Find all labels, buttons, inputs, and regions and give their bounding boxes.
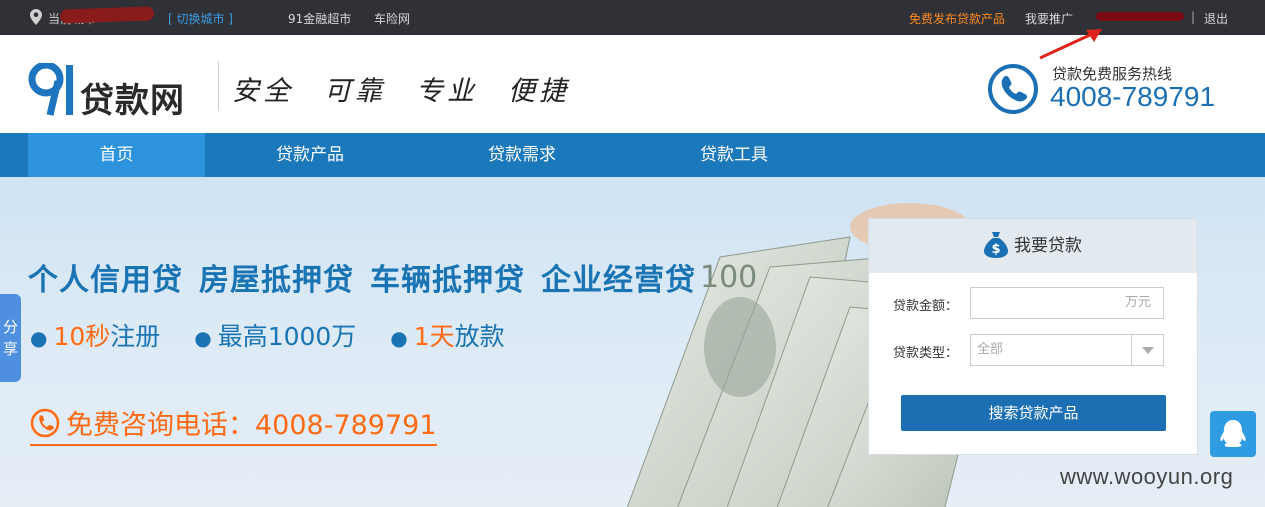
nav-item-loan-demands[interactable]: 贷款需求 xyxy=(462,133,582,177)
promote-link[interactable]: 我要推广 xyxy=(1025,10,1073,27)
card-header: $ 我要贷款 xyxy=(869,219,1197,273)
qq-penguin-icon xyxy=(1220,420,1246,447)
card-title: 我要贷款 xyxy=(1014,236,1082,256)
chevron-down-icon[interactable] xyxy=(1131,335,1163,365)
hotline-number: 4008-789791 xyxy=(1050,81,1216,112)
search-loan-button[interactable]: 搜索贷款产品 xyxy=(901,395,1166,431)
redacted-username xyxy=(1096,12,1184,21)
car-insurance-link[interactable]: 车险网 xyxy=(374,10,410,27)
main-nav: 首页 贷款产品 贷款需求 贷款工具 xyxy=(0,133,1265,177)
feature-fast-payout: ● 1天放款 xyxy=(390,322,505,351)
qq-chat-button[interactable] xyxy=(1210,411,1256,457)
consult-phone: 免费咨询电话：4008-789791 xyxy=(30,403,437,446)
slogan: 安全 可靠 专业 便捷 xyxy=(232,69,600,108)
annotation-arrow-icon xyxy=(1039,29,1102,60)
product-personal-credit: 个人信用贷 xyxy=(28,263,183,298)
loan-search-card: $ 我要贷款 贷款金额： 万元 贷款类型： 全部 搜索贷款产品 xyxy=(868,218,1198,455)
product-business-loan: 企业经营贷 xyxy=(541,263,696,298)
loan-type-select[interactable]: 全部 xyxy=(970,334,1164,366)
product-slogan: 个人信用贷 房屋抵押贷 车辆抵押贷 企业经营贷 xyxy=(28,255,712,299)
slogan-word: 便捷 xyxy=(508,76,570,107)
share-tab[interactable]: 分享 xyxy=(0,294,21,382)
feature-max-amount: ● 最高1000万 xyxy=(194,322,357,351)
money-bag-icon: $ xyxy=(984,232,1008,258)
type-label: 贷款类型： xyxy=(893,346,959,361)
nav-item-loan-tools[interactable]: 贷款工具 xyxy=(674,133,794,177)
publish-product-link[interactable]: 免费发布贷款产品 xyxy=(909,10,1005,27)
switch-city-link[interactable]: [ 切换城市 ] xyxy=(168,10,233,27)
product-vehicle-mortgage: 车辆抵押贷 xyxy=(370,263,525,298)
logo-text: 贷款网 xyxy=(80,81,185,121)
slogan-word: 可靠 xyxy=(324,76,386,107)
watermark: www.wooyun.org xyxy=(1060,464,1234,489)
amount-label: 贷款金额： xyxy=(893,299,959,314)
slogan-word: 专业 xyxy=(416,76,478,107)
nav-item-home[interactable]: 首页 xyxy=(28,133,205,177)
logout-link[interactable]: 退出 xyxy=(1204,10,1228,27)
amount-input[interactable]: 万元 xyxy=(970,287,1164,319)
separator: | xyxy=(1191,10,1196,24)
svg-text:$: $ xyxy=(992,242,1001,257)
redacted-city xyxy=(59,6,155,24)
logo-divider xyxy=(218,61,219,111)
slogan-word: 安全 xyxy=(232,76,294,107)
loan-type-value: 全部 xyxy=(977,342,1004,357)
finance-market-link[interactable]: 91金融超市 xyxy=(288,10,351,27)
phone-icon xyxy=(30,408,60,438)
phone-circle-icon xyxy=(988,64,1038,114)
feature-list: ● 10秒注册 ● 最高1000万 ● 1天放款 xyxy=(30,317,531,353)
consult-text: 免费咨询电话：4008-789791 xyxy=(66,410,437,441)
nav-item-loan-products[interactable]: 贷款产品 xyxy=(250,133,370,177)
product-house-mortgage: 房屋抵押贷 xyxy=(199,263,354,298)
location-pin-icon xyxy=(30,9,42,25)
feature-register: ● 10秒注册 xyxy=(30,322,161,351)
